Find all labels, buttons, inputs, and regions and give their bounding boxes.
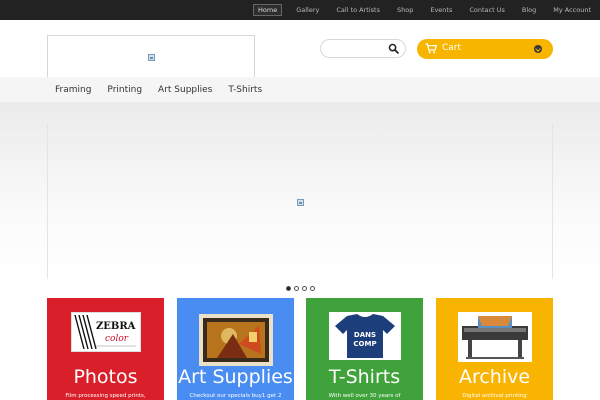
broken-image-icon	[148, 54, 155, 61]
printer-image	[457, 312, 532, 362]
nav-item-art-supplies[interactable]: Art Supplies	[158, 84, 212, 96]
chevron-down-icon[interactable]	[534, 45, 542, 53]
topnav-home[interactable]: Home	[253, 4, 283, 16]
tile-subtitle: With well over 30 years of	[328, 393, 401, 399]
tile-t-shirts[interactable]: DANS COMP T-Shirts With well over 30 yea…	[306, 298, 423, 400]
tile-art-supplies[interactable]: Art Supplies Checkout our specials buy1 …	[177, 298, 294, 400]
slider-dot[interactable]	[310, 286, 315, 291]
topnav-events[interactable]: Events	[427, 5, 455, 15]
topnav-my-account[interactable]: My Account	[550, 5, 594, 15]
svg-text:DANS: DANS	[353, 331, 375, 339]
top-navigation: Home Gallery Call to Artists Shop Events…	[242, 0, 594, 20]
broken-image-icon	[297, 199, 304, 206]
topnav-blog[interactable]: Blog	[519, 5, 539, 15]
topnav-call-to-artists[interactable]: Call to Artists	[333, 5, 383, 15]
svg-text:color: color	[105, 334, 129, 344]
slider-dot[interactable]	[294, 286, 299, 291]
main-navigation: Framing Printing Art Supplies T-Shirts	[0, 77, 600, 103]
tile-subtitle: Film processing speed prints,	[65, 393, 146, 399]
t-shirt-image: DANS COMP	[328, 312, 401, 360]
tile-title: Art Supplies	[178, 366, 293, 388]
tile-title: Archive	[458, 366, 531, 388]
nav-item-framing[interactable]: Framing	[55, 84, 91, 96]
search-box[interactable]	[320, 39, 406, 58]
top-bar: Home Gallery Call to Artists Shop Events…	[0, 0, 600, 20]
topnav-contact-us[interactable]: Contact Us	[466, 5, 508, 15]
slider-dots	[286, 286, 318, 291]
nav-item-printing[interactable]: Printing	[107, 84, 142, 96]
zebra-logo-icon: ZEBRA color	[73, 314, 136, 350]
tile-title: Photos	[73, 366, 138, 388]
site-header: Cart	[0, 20, 600, 79]
tile-archive[interactable]: Archive Digital archival printing	[436, 298, 553, 400]
tile-photos[interactable]: ZEBRA color Photos Film processing speed…	[47, 298, 164, 400]
image-slider[interactable]	[47, 124, 553, 279]
topnav-gallery[interactable]: Gallery	[293, 5, 322, 15]
tile-subtitle: Digital archival printing	[462, 393, 527, 399]
slider-dot[interactable]	[286, 286, 291, 291]
svg-text:ZEBRA: ZEBRA	[96, 321, 136, 332]
search-icon[interactable]	[388, 43, 399, 54]
tile-title: T-Shirts	[328, 366, 401, 388]
svg-text:COMP: COMP	[353, 340, 376, 348]
cart-icon	[425, 43, 437, 54]
tile-subtitle: Checkout our specials buy1 get 2	[189, 393, 282, 399]
zebra-color-logo-image: ZEBRA color	[70, 312, 141, 352]
topnav-shop[interactable]: Shop	[394, 5, 416, 15]
cart-label: Cart	[442, 43, 462, 53]
site-logo[interactable]	[47, 35, 255, 79]
cart-button[interactable]: Cart	[417, 39, 553, 59]
art-supplies-image	[198, 314, 273, 366]
search-input[interactable]	[327, 42, 387, 55]
nav-item-t-shirts[interactable]: T-Shirts	[228, 84, 262, 96]
slider-dot[interactable]	[302, 286, 307, 291]
